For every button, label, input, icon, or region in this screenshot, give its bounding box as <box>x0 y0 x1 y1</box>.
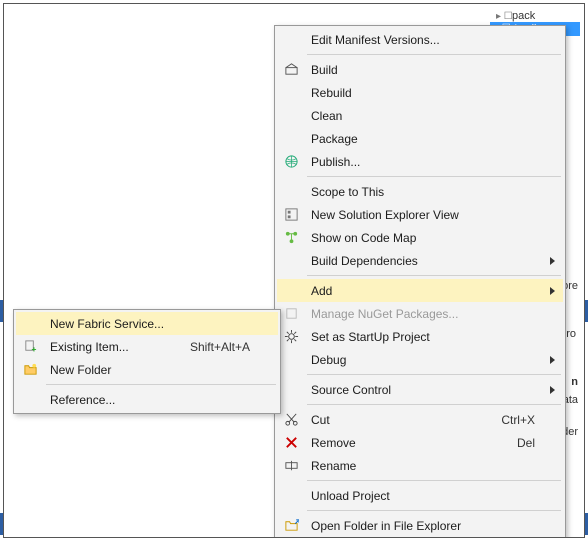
menu-clean[interactable]: Clean <box>277 104 563 127</box>
menu-unload[interactable]: Unload Project <box>277 484 563 507</box>
separator <box>307 275 561 276</box>
separator <box>307 176 561 177</box>
menu-label: Build Dependencies <box>311 254 418 268</box>
menu-label: Publish... <box>311 155 360 169</box>
menu-label: Source Control <box>311 383 391 397</box>
menu-label: Remove <box>311 436 356 450</box>
menu-label: Reference... <box>50 393 115 407</box>
shortcut: Del <box>487 436 535 450</box>
tree-node[interactable]: ▸ ☐ pack <box>490 10 580 22</box>
build-icon <box>283 62 299 78</box>
svg-text:+: + <box>31 344 36 354</box>
context-menu: Edit Manifest Versions... Build Rebuild … <box>274 25 566 538</box>
menu-label: Add <box>311 284 332 298</box>
menu-publish[interactable]: Publish... <box>277 150 563 173</box>
menu-code-map[interactable]: Show on Code Map <box>277 226 563 249</box>
menu-new-solution-view[interactable]: New Solution Explorer View <box>277 203 563 226</box>
menu-edit-manifest[interactable]: Edit Manifest Versions... <box>277 28 563 51</box>
menu-source-control[interactable]: Source Control <box>277 378 563 401</box>
submenu-arrow-icon <box>550 287 555 295</box>
shortcut: Ctrl+X <box>471 413 535 427</box>
existing-item-icon: + <box>22 339 38 355</box>
add-submenu: New Fabric Service... + Existing Item...… <box>13 309 281 414</box>
submenu-new-fabric-service[interactable]: New Fabric Service... <box>16 312 278 335</box>
shortcut: Shift+Alt+A <box>160 340 250 354</box>
menu-startup[interactable]: Set as StartUp Project <box>277 325 563 348</box>
code-map-icon <box>283 230 299 246</box>
submenu-arrow-icon <box>550 386 555 394</box>
window-frame: ▸ ☐ pack ▾ ☐ Applic erv ppl ubl crip ppl… <box>3 3 585 538</box>
menu-label: Existing Item... <box>50 340 129 354</box>
menu-label: Package <box>311 132 358 146</box>
menu-label: New Folder <box>50 363 111 377</box>
menu-label: Scope to This <box>311 185 384 199</box>
menu-label: Manage NuGet Packages... <box>311 307 458 321</box>
open-folder-icon <box>283 518 299 534</box>
menu-label: Unload Project <box>311 489 390 503</box>
separator <box>307 374 561 375</box>
menu-label: Rebuild <box>311 86 352 100</box>
separator <box>307 54 561 55</box>
gear-icon <box>283 329 299 345</box>
menu-rebuild[interactable]: Rebuild <box>277 81 563 104</box>
menu-label: New Fabric Service... <box>50 317 164 331</box>
menu-rename[interactable]: Rename <box>277 454 563 477</box>
menu-label: Open Folder in File Explorer <box>311 519 461 533</box>
menu-label: Set as StartUp Project <box>311 330 430 344</box>
solution-explorer-icon <box>283 207 299 223</box>
menu-label: Show on Code Map <box>311 231 416 245</box>
submenu-reference[interactable]: Reference... <box>16 388 278 411</box>
menu-build-deps[interactable]: Build Dependencies <box>277 249 563 272</box>
menu-build[interactable]: Build <box>277 58 563 81</box>
panel-text: n <box>571 376 578 388</box>
delete-icon <box>283 435 299 451</box>
tree-label: pack <box>512 10 535 22</box>
menu-open-folder[interactable]: Open Folder in File Explorer <box>277 514 563 537</box>
menu-label: Rename <box>311 459 356 473</box>
menu-nuget: Manage NuGet Packages... <box>277 302 563 325</box>
menu-add[interactable]: Add <box>277 279 563 302</box>
separator <box>46 384 276 385</box>
submenu-arrow-icon <box>550 356 555 364</box>
nuget-icon <box>283 306 299 322</box>
menu-label: Clean <box>311 109 342 123</box>
submenu-existing-item[interactable]: + Existing Item... Shift+Alt+A <box>16 335 278 358</box>
menu-package[interactable]: Package <box>277 127 563 150</box>
separator <box>307 480 561 481</box>
separator <box>307 510 561 511</box>
scissors-icon <box>283 412 299 428</box>
menu-cut[interactable]: Cut Ctrl+X <box>277 408 563 431</box>
globe-icon <box>283 154 299 170</box>
rename-icon <box>283 458 299 474</box>
menu-remove[interactable]: Remove Del <box>277 431 563 454</box>
new-folder-icon <box>22 362 38 378</box>
menu-label: Debug <box>311 353 346 367</box>
menu-scope[interactable]: Scope to This <box>277 180 563 203</box>
menu-debug[interactable]: Debug <box>277 348 563 371</box>
menu-label: New Solution Explorer View <box>311 208 459 222</box>
menu-label: Build <box>311 63 338 77</box>
submenu-new-folder[interactable]: New Folder <box>16 358 278 381</box>
separator <box>307 404 561 405</box>
submenu-arrow-icon <box>550 257 555 265</box>
menu-label: Edit Manifest Versions... <box>311 33 440 47</box>
menu-label: Cut <box>311 413 330 427</box>
